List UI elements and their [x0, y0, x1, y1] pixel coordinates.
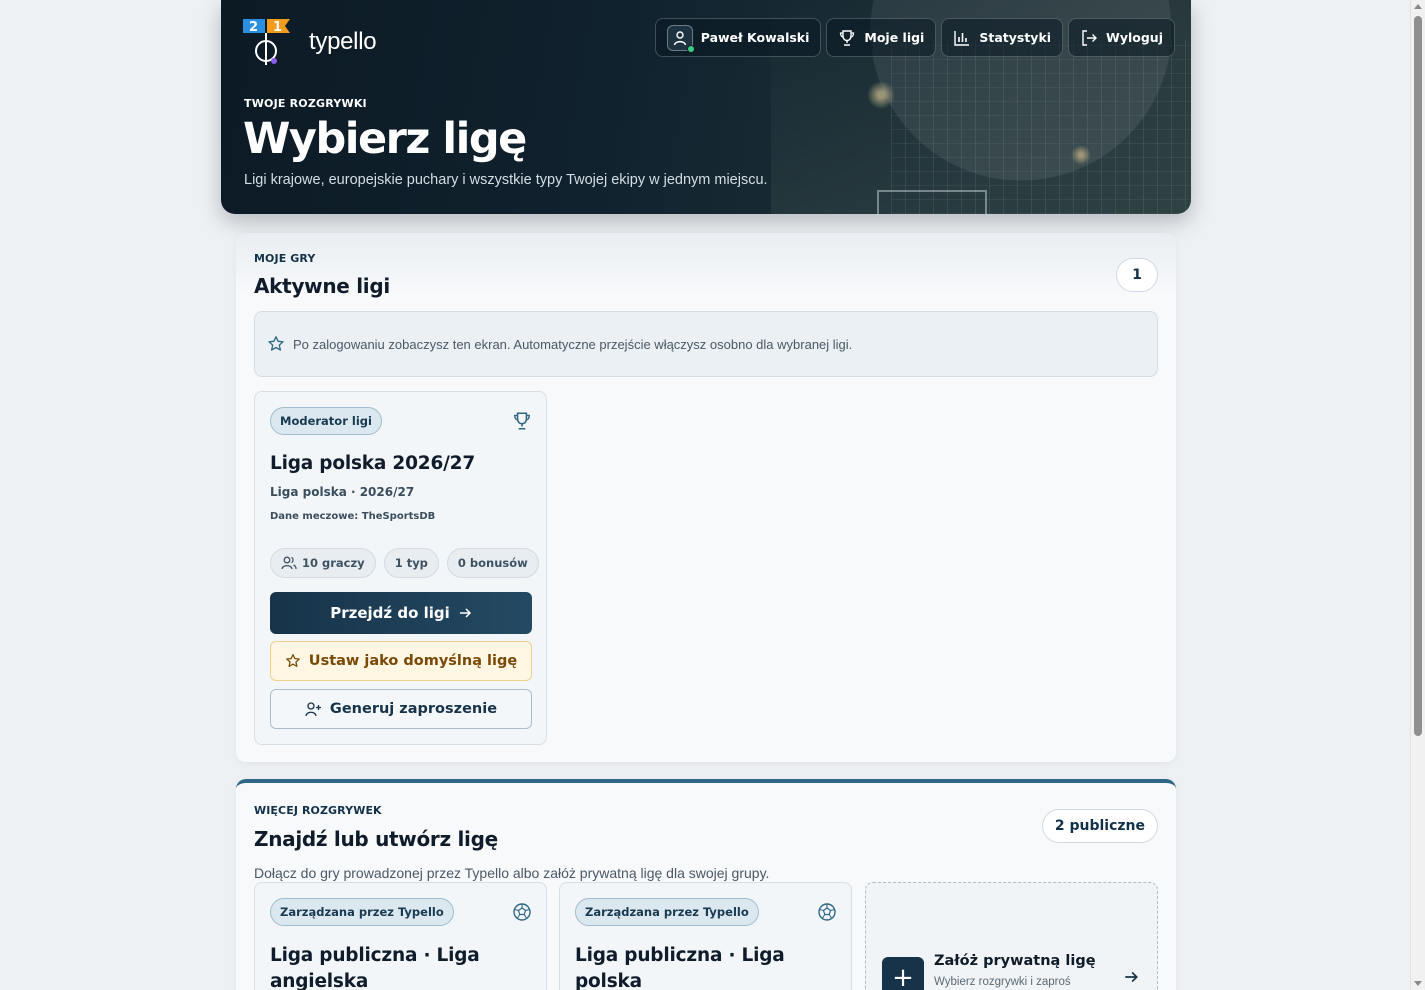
logout-label: Wyloguj: [1106, 30, 1163, 45]
tips-count-badge: 1 typ: [383, 548, 439, 578]
league-data-source: Dane meczowe: TheSportsDB: [270, 511, 436, 522]
scroll-down-arrow-icon[interactable]: [1414, 981, 1422, 986]
page-container: 2 1 typello Paweł Kowalski Moje ligi Sta…: [221, 0, 1191, 990]
managed-badge: Zarządzana przez Typello: [270, 898, 454, 926]
scrollbar-thumb[interactable]: [1414, 16, 1422, 736]
my-leagues-button[interactable]: Moje ligi: [826, 18, 937, 57]
hero-header: 2 1 typello Paweł Kowalski Moje ligi Sta…: [221, 0, 1191, 214]
arrow-right-icon: [459, 608, 471, 618]
create-league-subtitle: Wybierz rozgrywki i zaproś: [934, 976, 1071, 988]
create-private-league-card[interactable]: + Załóż prywatną ligę Wybierz rozgrywki …: [865, 882, 1158, 990]
page-title: Wybierz ligę: [243, 114, 527, 164]
logout-button[interactable]: Wyloguj: [1068, 18, 1175, 57]
goal-background: [877, 190, 987, 214]
online-status-dot: [686, 44, 695, 53]
league-card: Moderator ligi Liga polska 2026/27 Liga …: [254, 391, 547, 745]
plus-icon: +: [882, 957, 924, 990]
create-league-title: Załóż prywatną ligę: [934, 953, 1096, 969]
users-icon: [281, 556, 297, 570]
more-leagues-section: WIĘCEJ ROZGRYWEK Znajdź lub utwórz ligę …: [236, 779, 1176, 990]
league-meta: Liga polska · 2026/27: [270, 485, 415, 499]
public-league-card[interactable]: Zarządzana przez Typello Liga publiczna …: [254, 882, 547, 990]
tips-count-label: 1 typ: [394, 556, 428, 570]
league-name: Liga polska 2026/27: [270, 453, 476, 474]
brand-name: typello: [309, 28, 377, 55]
league-stats: 10 graczy 1 typ 0 bonusów: [270, 548, 539, 578]
star-icon: [268, 336, 284, 351]
logout-icon: [1082, 29, 1098, 46]
hero-subtitle: Ligi krajowe, europejskie puchary i wszy…: [244, 172, 768, 188]
svg-text:2: 2: [249, 20, 258, 35]
role-badge: Moderator ligi: [270, 407, 382, 435]
soccer-ball-icon: [513, 903, 531, 921]
hero-eyebrow: TWOJE ROZGRYWKI: [244, 97, 367, 110]
fence-background: [891, 40, 1191, 214]
add-user-icon: [305, 702, 321, 717]
section-title: Aktywne ligi: [254, 274, 390, 298]
public-league-name: Liga publiczna · Liga angielska: [270, 945, 480, 990]
bonus-count-badge: 0 bonusów: [446, 548, 539, 578]
my-leagues-label: Moje ligi: [864, 30, 925, 45]
bar-chart-icon: [954, 30, 970, 46]
info-notice: Po zalogowaniu zobaczysz ten ekran. Auto…: [254, 311, 1158, 377]
public-leagues-count: 2 publiczne: [1041, 809, 1158, 843]
set-default-league-button[interactable]: Ustaw jako domyślną ligę: [270, 641, 532, 681]
go-to-league-label: Przejdź do ligi: [330, 604, 450, 622]
generate-invite-label: Generuj zaproszenie: [329, 701, 498, 717]
statistics-button[interactable]: Statystyki: [941, 18, 1064, 57]
user-profile-button[interactable]: Paweł Kowalski: [654, 18, 822, 57]
user-icon: [673, 30, 686, 45]
set-default-league-label: Ustaw jako domyślną ligę: [308, 653, 518, 669]
star-icon: [285, 653, 300, 667]
svg-text:1: 1: [273, 20, 282, 35]
soccer-ball-icon: [818, 903, 836, 921]
players-count-label: 10 graczy: [302, 556, 365, 570]
managed-badge: Zarządzana przez Typello: [575, 898, 759, 926]
generate-invite-button[interactable]: Generuj zaproszenie: [270, 689, 532, 729]
trophy-icon: [840, 29, 855, 46]
section-eyebrow: MOJE GRY: [254, 252, 316, 265]
info-text: Po zalogowaniu zobaczysz ten ekran. Auto…: [293, 336, 853, 352]
trophy-icon: [514, 412, 530, 430]
active-leagues-count: 1: [1116, 258, 1158, 292]
go-to-league-button[interactable]: Przejdź do ligi: [270, 592, 532, 634]
public-league-card[interactable]: Zarządzana przez Typello Liga publiczna …: [559, 882, 852, 990]
top-nav: Paweł Kowalski Moje ligi Statystyki Wylo…: [654, 18, 1175, 57]
public-league-name: Liga publiczna · Liga polska: [575, 945, 785, 990]
section-description: Dołącz do gry prowadzonej przez Typello …: [254, 865, 770, 881]
scroll-up-arrow-icon[interactable]: [1414, 4, 1422, 9]
arrow-right-icon: [1125, 971, 1138, 983]
statistics-label: Statystyki: [979, 30, 1052, 45]
bonus-count-label: 0 bonusów: [457, 556, 528, 570]
active-leagues-section: MOJE GRY Aktywne ligi 1 Po zalogowaniu z…: [236, 233, 1176, 762]
page-scrollbar[interactable]: [1410, 0, 1425, 990]
section-eyebrow: WIĘCEJ ROZGRYWEK: [254, 804, 382, 817]
logo-mark-icon: 2 1: [243, 19, 290, 65]
user-avatar: [666, 24, 695, 53]
section-title: Znajdź lub utwórz ligę: [254, 827, 498, 851]
brand-logo[interactable]: 2 1 typello: [243, 17, 377, 67]
user-name: Paweł Kowalski: [700, 30, 810, 45]
players-count-badge: 10 graczy: [270, 548, 376, 578]
